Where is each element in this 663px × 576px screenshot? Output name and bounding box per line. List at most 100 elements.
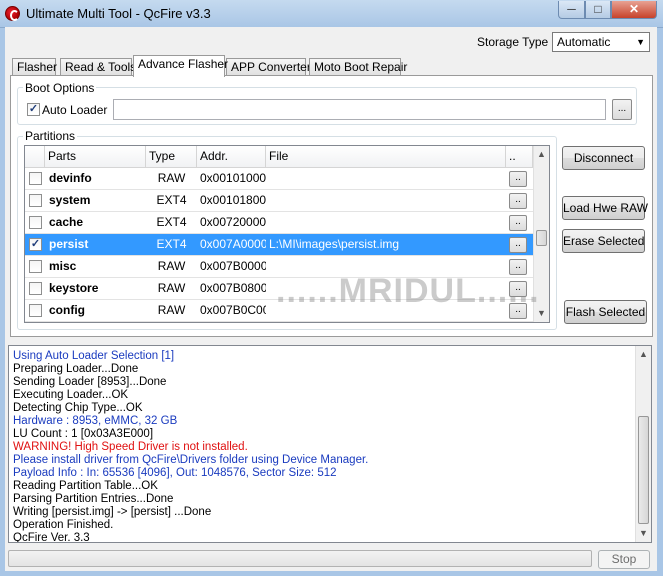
row-browse-label: ..	[515, 304, 521, 315]
cell-type: EXT4	[156, 193, 187, 207]
row-browse-button[interactable]: ..	[509, 259, 527, 275]
scroll-up-icon[interactable]: ▲	[534, 146, 549, 163]
row-browse-button[interactable]: ..	[509, 193, 527, 209]
table-row[interactable]: devinfo RAW 0x00101000..	[25, 168, 533, 190]
cell-type: RAW	[157, 281, 186, 295]
cell-file	[269, 168, 505, 189]
title-bar[interactable]: Ultimate Multi Tool - QcFire v3.3 ─ □ ✕	[0, 0, 663, 28]
cell-part: misc	[49, 259, 77, 273]
log-line: Detecting Chip Type...OK	[13, 402, 143, 414]
row-checkbox[interactable]	[29, 304, 42, 317]
scroll-down-icon[interactable]: ▼	[534, 305, 549, 322]
table-row[interactable]: ✓ persist EXT4 0x007A0000 L:\MI\images\persi…	[25, 234, 533, 256]
row-checkbox[interactable]	[29, 172, 42, 185]
auto-loader-checkbox[interactable]: ✓	[27, 103, 40, 116]
cell-addr: 0x007A0000	[200, 237, 266, 251]
header-file[interactable]: File	[266, 146, 506, 168]
header-parts[interactable]: Parts	[45, 146, 146, 168]
minimize-button[interactable]: ─	[558, 1, 585, 19]
log-panel: Using Auto Loader Selection [1] Preparing…	[8, 345, 652, 543]
row-checkbox[interactable]: ✓	[29, 238, 42, 251]
minimize-icon: ─	[567, 2, 576, 16]
row-browse-label: ..	[515, 172, 521, 183]
stop-label: Stop	[611, 552, 637, 566]
checkmark-icon: ✓	[30, 238, 41, 250]
header-type[interactable]: Type	[146, 146, 197, 168]
cell-file	[269, 278, 505, 299]
cell-addr: 0x00101800	[200, 193, 266, 207]
erase-selected-button[interactable]: Erase Selected	[562, 229, 645, 253]
table-row[interactable]: cache EXT4 0x00720000..	[25, 212, 533, 234]
scroll-up-icon[interactable]: ▲	[636, 346, 651, 363]
load-hwe-raw-button[interactable]: Load Hwe RAW	[562, 196, 648, 220]
stop-button[interactable]: Stop	[598, 550, 650, 569]
app-logo-icon	[5, 6, 20, 21]
cell-part: cache	[49, 215, 84, 229]
log-line: LU Count : 1 [0x03A3E000]	[13, 428, 154, 440]
tab-label: APP Converter	[231, 60, 311, 74]
browse-loader-button[interactable]: ...	[612, 99, 632, 120]
disconnect-button[interactable]: Disconnect	[562, 146, 645, 170]
row-checkbox[interactable]	[29, 216, 42, 229]
partitions-table: Parts Type Addr. File .. devinfo RAW 0x001…	[24, 145, 550, 323]
cell-file: L:\MI\images\persist.img	[269, 237, 400, 251]
table-row[interactable]: config RAW 0x007B0C00..	[25, 300, 533, 322]
log-line: Operation Finished.	[13, 519, 114, 531]
row-browse-button[interactable]: ..	[509, 303, 527, 319]
tab-advance-flasher[interactable]: Advance Flasher	[133, 55, 229, 77]
window-title: Ultimate Multi Tool - QcFire v3.3	[26, 6, 211, 21]
log-line: WARNING! High Speed Driver is not instal…	[13, 441, 248, 453]
header-addr[interactable]: Addr.	[197, 146, 266, 168]
tab-label: Read & Tools	[65, 60, 137, 74]
table-row[interactable]: keystore RAW 0x007B0800..	[25, 278, 533, 300]
table-row[interactable]: misc RAW 0x007B0000..	[25, 256, 533, 278]
log-line: Using Auto Loader Selection [1]	[13, 350, 175, 362]
header-browse[interactable]: ..	[506, 146, 533, 168]
cell-file	[269, 256, 505, 277]
tab-label: Advance Flasher	[138, 57, 229, 71]
cell-part: keystore	[49, 281, 99, 295]
scroll-thumb[interactable]	[638, 416, 649, 524]
loader-path-input[interactable]	[113, 99, 606, 120]
scroll-down-icon[interactable]: ▼	[636, 525, 651, 542]
close-button[interactable]: ✕	[611, 1, 657, 19]
scroll-thumb[interactable]	[536, 230, 547, 246]
cell-type: RAW	[157, 259, 186, 273]
row-checkbox[interactable]	[29, 194, 42, 207]
close-icon: ✕	[628, 2, 640, 16]
cell-part: system	[49, 193, 91, 207]
disconnect-label: Disconnect	[573, 151, 634, 165]
row-browse-label: ..	[515, 282, 521, 293]
tab-read-tools[interactable]: Read & Tools	[60, 58, 136, 76]
storage-type-select[interactable]: Automatic ▼	[552, 32, 650, 52]
tab-moto-boot-repair[interactable]: Moto Boot Repair	[309, 58, 407, 76]
tab-flasher[interactable]: Flasher	[12, 58, 58, 76]
maximize-button[interactable]: □	[585, 1, 611, 19]
log-line: Please install driver from QcFire\Driver…	[13, 454, 369, 466]
flash-selected-button[interactable]: Flash Selected	[564, 300, 647, 324]
partitions-scrollbar[interactable]: ▲ ▼	[533, 146, 549, 322]
tab-app-converter[interactable]: APP Converter	[226, 58, 311, 76]
log-line: Writing [persist.img] -> [persist] ...Do…	[13, 506, 212, 518]
row-browse-label: ..	[515, 216, 521, 227]
row-browse-button[interactable]: ..	[509, 215, 527, 231]
row-browse-button[interactable]: ..	[509, 281, 527, 297]
row-browse-label: ..	[515, 260, 521, 271]
cell-part: config	[49, 303, 85, 317]
tab-label: Flasher	[17, 60, 58, 74]
cell-addr: 0x007B0800	[200, 281, 266, 295]
table-row[interactable]: system EXT4 0x00101800..	[25, 190, 533, 212]
row-checkbox[interactable]	[29, 282, 42, 295]
header-check	[25, 146, 45, 168]
row-browse-button[interactable]: ..	[509, 237, 527, 253]
cell-file	[269, 300, 505, 321]
log-line: Parsing Partition Entries...Done	[13, 493, 174, 505]
cell-addr: 0x00720000	[200, 215, 266, 229]
chevron-down-icon: ▼	[636, 37, 645, 47]
log-scrollbar[interactable]: ▲ ▼	[635, 346, 651, 542]
tab-label: Moto Boot Repair	[314, 60, 408, 74]
cell-addr: 0x007B0C00	[200, 303, 266, 317]
row-checkbox[interactable]	[29, 260, 42, 273]
log-line: Payload Info : In: 65536 [4096], Out: 10…	[13, 467, 337, 479]
row-browse-button[interactable]: ..	[509, 171, 527, 187]
